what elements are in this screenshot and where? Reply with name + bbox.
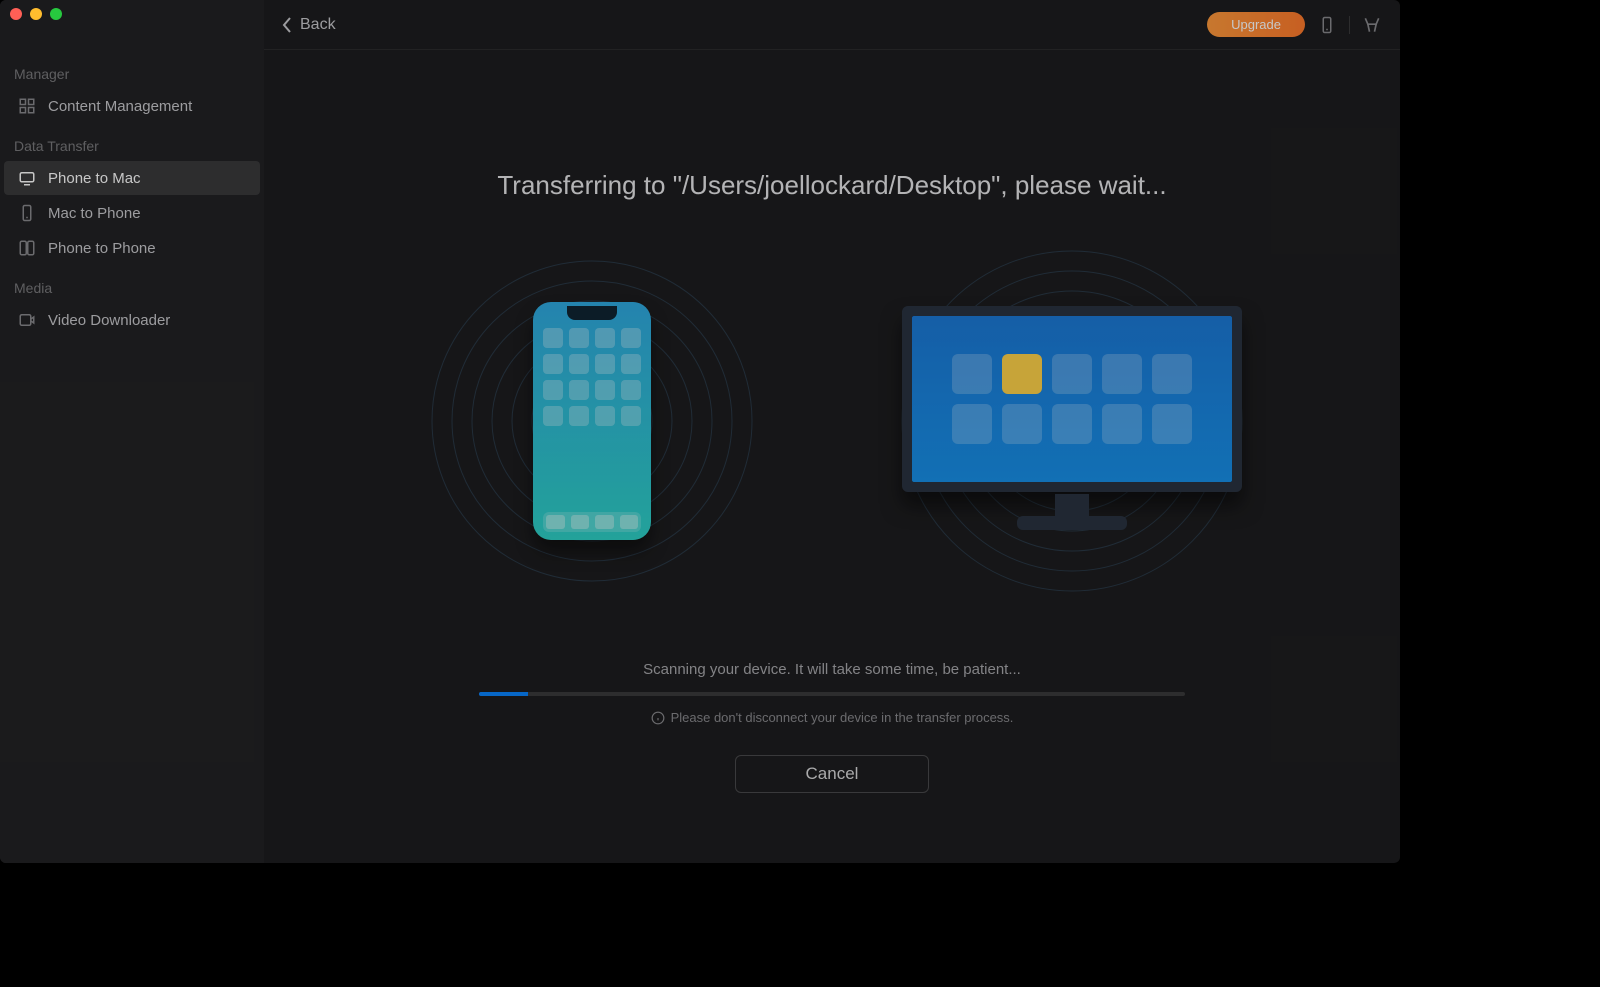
mac-to-phone-icon	[18, 204, 36, 222]
sidebar-group-manager: Manager	[0, 52, 264, 88]
top-bar: Back Upgrade	[264, 0, 1400, 50]
minimize-window-button[interactable]	[30, 8, 42, 20]
sidebar-item-label: Mac to Phone	[48, 205, 141, 222]
top-bar-right: Upgrade	[1207, 12, 1382, 37]
progress-bar-fill	[479, 692, 528, 696]
transfer-headline: Transferring to "/Users/joellockard/Desk…	[497, 170, 1166, 201]
phone-to-phone-icon	[18, 239, 36, 257]
sidebar: Manager Content Management Data Transfer…	[0, 0, 264, 863]
source-device-illustration	[412, 241, 772, 601]
sidebar-group-data-transfer: Data Transfer	[0, 124, 264, 160]
status-text: Scanning your device. It will take some …	[643, 661, 1021, 678]
back-label: Back	[300, 16, 336, 34]
sidebar-item-label: Content Management	[48, 98, 192, 115]
progress-bar	[479, 692, 1185, 696]
target-device-illustration	[892, 241, 1252, 601]
sidebar-item-mac-to-phone[interactable]: Mac to Phone	[4, 196, 260, 230]
cancel-button[interactable]: Cancel	[735, 755, 930, 793]
content-area: Transferring to "/Users/joellockard/Desk…	[264, 50, 1400, 863]
sidebar-item-phone-to-phone[interactable]: Phone to Phone	[4, 231, 260, 265]
device-icon[interactable]	[1317, 15, 1337, 35]
info-icon	[651, 711, 665, 725]
grid-icon	[18, 97, 36, 115]
sidebar-item-label: Phone to Phone	[48, 240, 156, 257]
warning-text: Please don't disconnect your device in t…	[671, 710, 1014, 725]
app-window: Manager Content Management Data Transfer…	[0, 0, 1400, 863]
phone-to-mac-icon	[18, 169, 36, 187]
sidebar-item-label: Video Downloader	[48, 312, 170, 329]
sidebar-item-video-downloader[interactable]: Video Downloader	[4, 303, 260, 337]
window-controls	[10, 8, 62, 20]
warning-row: Please don't disconnect your device in t…	[651, 710, 1014, 725]
back-button[interactable]: Back	[282, 16, 336, 34]
theme-icon[interactable]	[1362, 15, 1382, 35]
video-download-icon	[18, 311, 36, 329]
chevron-left-icon	[282, 17, 292, 33]
separator	[1349, 16, 1350, 34]
upgrade-button[interactable]: Upgrade	[1207, 12, 1305, 37]
device-stage	[412, 241, 1252, 601]
phone-illustration	[533, 302, 651, 540]
sidebar-group-media: Media	[0, 266, 264, 302]
main-panel: Back Upgrade Transferring to "/Users/joe…	[264, 0, 1400, 863]
mac-illustration	[902, 306, 1242, 536]
sidebar-item-label: Phone to Mac	[48, 170, 141, 187]
sidebar-item-content-management[interactable]: Content Management	[4, 89, 260, 123]
close-window-button[interactable]	[10, 8, 22, 20]
fullscreen-window-button[interactable]	[50, 8, 62, 20]
sidebar-item-phone-to-mac[interactable]: Phone to Mac	[4, 161, 260, 195]
